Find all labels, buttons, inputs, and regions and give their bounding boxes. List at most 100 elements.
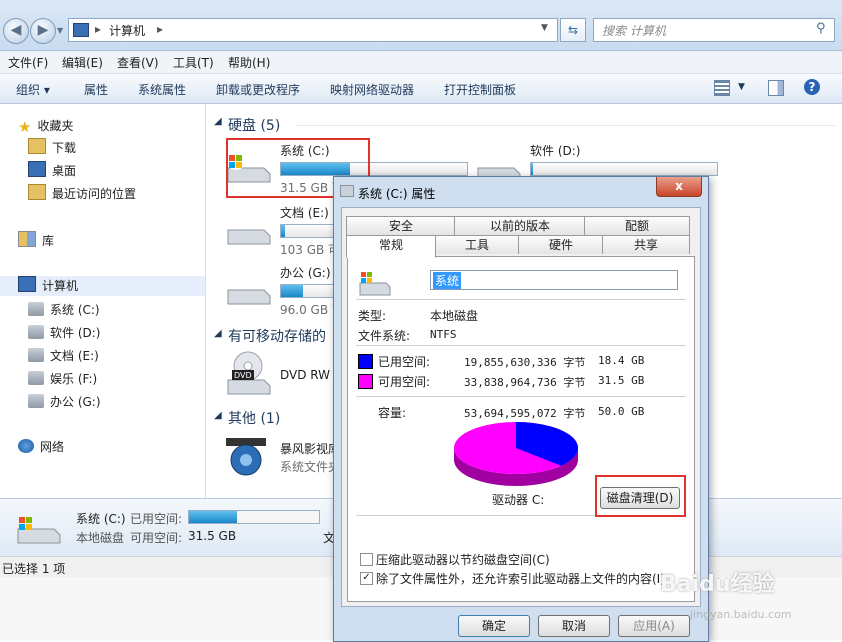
menu-help[interactable]: 帮助(H) xyxy=(228,54,270,71)
drive-icon xyxy=(28,371,44,385)
volume-name-input[interactable]: 系统 xyxy=(430,270,678,290)
divider xyxy=(356,299,686,300)
volume-name-value: 系统 xyxy=(433,272,462,289)
recent-places-icon xyxy=(28,184,46,200)
nav-drive-e[interactable]: 文档 (E:) xyxy=(28,346,99,366)
nav-drive-label: 文档 (E:) xyxy=(50,349,99,363)
filesystem-label: 文件系统: xyxy=(358,329,411,343)
view-dropdown-icon[interactable]: ▼ xyxy=(738,82,745,92)
menu-view[interactable]: 查看(V) xyxy=(117,54,159,71)
group-header-other[interactable]: 其他 (1) xyxy=(228,408,280,428)
drive-icon xyxy=(28,302,44,316)
address-field[interactable]: ▸ 计算机 ▸ ▼ xyxy=(68,18,558,42)
tab-general[interactable]: 常规 xyxy=(346,235,436,258)
breadcrumb-computer[interactable]: 计算机 xyxy=(109,22,145,39)
change-view-icon[interactable] xyxy=(714,80,730,96)
general-tab-panel: 系统 类型: 本地磁盘 文件系统: NTFS 已用空间: 19,855,630,… xyxy=(347,256,695,602)
drive-name: 软件 (D:) xyxy=(530,144,581,158)
open-control-panel-button[interactable]: 打开控制面板 xyxy=(444,81,516,98)
apply-button[interactable]: 应用(A) xyxy=(618,615,690,637)
group-header-removable[interactable]: 有可移动存储的 xyxy=(228,326,326,346)
details-free-value: 31.5 GB xyxy=(188,529,237,543)
nav-item-desktop[interactable]: 桌面 xyxy=(28,161,76,181)
nav-drive-c[interactable]: 系统 (C:) xyxy=(28,300,100,320)
back-button[interactable]: ◀ xyxy=(3,18,29,44)
menu-edit[interactable]: 编辑(E) xyxy=(62,54,103,71)
search-input[interactable]: 搜索 计算机 ⚲ xyxy=(593,18,835,42)
drive-usage-bar xyxy=(530,162,718,176)
details-name: 系统 (C:) xyxy=(76,512,126,526)
item-type: 系统文件夹 xyxy=(280,460,341,474)
help-icon[interactable]: ? xyxy=(804,79,820,95)
drive-icon xyxy=(28,394,44,408)
nav-drive-label: 办公 (G:) xyxy=(50,395,101,409)
index-label: 除了文件属性外，还允许索引此驱动器上文件的内容(I) xyxy=(376,572,665,586)
properties-dialog: 系统 (C:) 属性 x 安全 以前的版本 配额 工具 硬件 共享 系统 类型:… xyxy=(333,176,709,642)
nav-drive-g[interactable]: 办公 (G:) xyxy=(28,392,101,412)
compress-label: 压缩此驱动器以节约磁盘空间(C) xyxy=(376,553,550,567)
group-header-hard-disks[interactable]: 硬盘 (5) xyxy=(228,115,280,135)
cancel-button[interactable]: 取消 xyxy=(538,615,610,637)
divider xyxy=(356,345,686,346)
nav-item-recent[interactable]: 最近访问的位置 xyxy=(28,184,136,204)
item-name: 暴风影视库 xyxy=(280,442,341,456)
nav-favorites[interactable]: ★ 收藏夹 xyxy=(18,116,73,136)
recent-pages-dropdown-icon[interactable]: ▼ xyxy=(57,26,63,35)
dialog-title: 系统 (C:) 属性 xyxy=(358,187,436,201)
dvd-drive-icon: DVD xyxy=(224,350,272,395)
capacity-gb: 50.0 GB xyxy=(598,405,645,418)
refresh-button[interactable]: ⇆ xyxy=(560,18,586,42)
nav-library[interactable]: 库 xyxy=(18,231,54,251)
tab-previous-versions[interactable]: 以前的版本 xyxy=(454,216,586,235)
compress-checkbox[interactable] xyxy=(360,553,373,566)
tab-hardware[interactable]: 硬件 xyxy=(518,235,604,254)
free-space-label: 可用空间: xyxy=(378,375,431,389)
status-text: 已选择 1 项 xyxy=(2,562,66,576)
tab-sharing[interactable]: 共享 xyxy=(602,235,690,254)
forward-button[interactable]: ▶ xyxy=(30,18,56,44)
menu-tools[interactable]: 工具(T) xyxy=(173,54,214,71)
collapse-arrow-icon[interactable]: ◢ xyxy=(214,116,222,127)
nav-item-downloads[interactable]: 下载 xyxy=(28,138,76,158)
computer-icon xyxy=(73,23,89,37)
used-space-gb: 18.4 GB xyxy=(598,354,645,367)
system-properties-button[interactable]: 系统属性 xyxy=(138,81,186,98)
drive-name: DVD RW xyxy=(280,368,331,382)
uninstall-program-button[interactable]: 卸载或更改程序 xyxy=(216,81,300,98)
type-value: 本地磁盘 xyxy=(430,309,479,323)
collapse-arrow-icon[interactable]: ◢ xyxy=(214,410,222,421)
nav-item-label: 下载 xyxy=(52,141,77,155)
star-icon: ★ xyxy=(18,118,32,136)
drive-letter-label: 驱动器 C: xyxy=(492,493,545,507)
nav-drive-d[interactable]: 软件 (D:) xyxy=(28,323,100,343)
tab-tools[interactable]: 工具 xyxy=(434,235,520,254)
nav-computer-label: 计算机 xyxy=(42,279,79,293)
details-used-label: 已用空间: xyxy=(130,512,183,526)
tab-quota[interactable]: 配额 xyxy=(584,216,690,235)
nav-drive-label: 软件 (D:) xyxy=(50,326,101,340)
drive-icon xyxy=(28,325,44,339)
breadcrumb-arrow-icon[interactable]: ▸ xyxy=(95,22,101,36)
used-space-bytes: 19,855,630,336 字节 xyxy=(464,356,586,369)
close-button[interactable]: x xyxy=(656,177,702,197)
library-icon xyxy=(18,231,36,247)
network-icon xyxy=(18,439,34,453)
organize-button[interactable]: 组织 ▾ xyxy=(16,81,50,98)
capacity-label: 容量: xyxy=(378,406,407,420)
hard-drive-icon xyxy=(224,272,272,308)
tab-security[interactable]: 安全 xyxy=(346,216,456,235)
nav-drive-f[interactable]: 娱乐 (F:) xyxy=(28,369,97,389)
collapse-arrow-icon[interactable]: ◢ xyxy=(214,328,222,339)
breadcrumb-arrow-icon[interactable]: ▸ xyxy=(157,22,163,36)
search-icon[interactable]: ⚲ xyxy=(816,21,826,36)
properties-button[interactable]: 属性 xyxy=(84,81,108,98)
preview-pane-icon[interactable] xyxy=(768,80,784,96)
address-dropdown-icon[interactable]: ▼ xyxy=(541,23,548,33)
nav-network[interactable]: 网络 xyxy=(18,437,64,457)
ok-button[interactable]: 确定 xyxy=(458,615,530,637)
menu-file[interactable]: 文件(F) xyxy=(8,54,48,71)
map-network-drive-button[interactable]: 映射网络驱动器 xyxy=(330,81,414,98)
nav-network-label: 网络 xyxy=(40,440,65,454)
index-checkbox[interactable]: ✓ xyxy=(360,572,373,585)
nav-computer[interactable]: 计算机 xyxy=(0,276,205,296)
